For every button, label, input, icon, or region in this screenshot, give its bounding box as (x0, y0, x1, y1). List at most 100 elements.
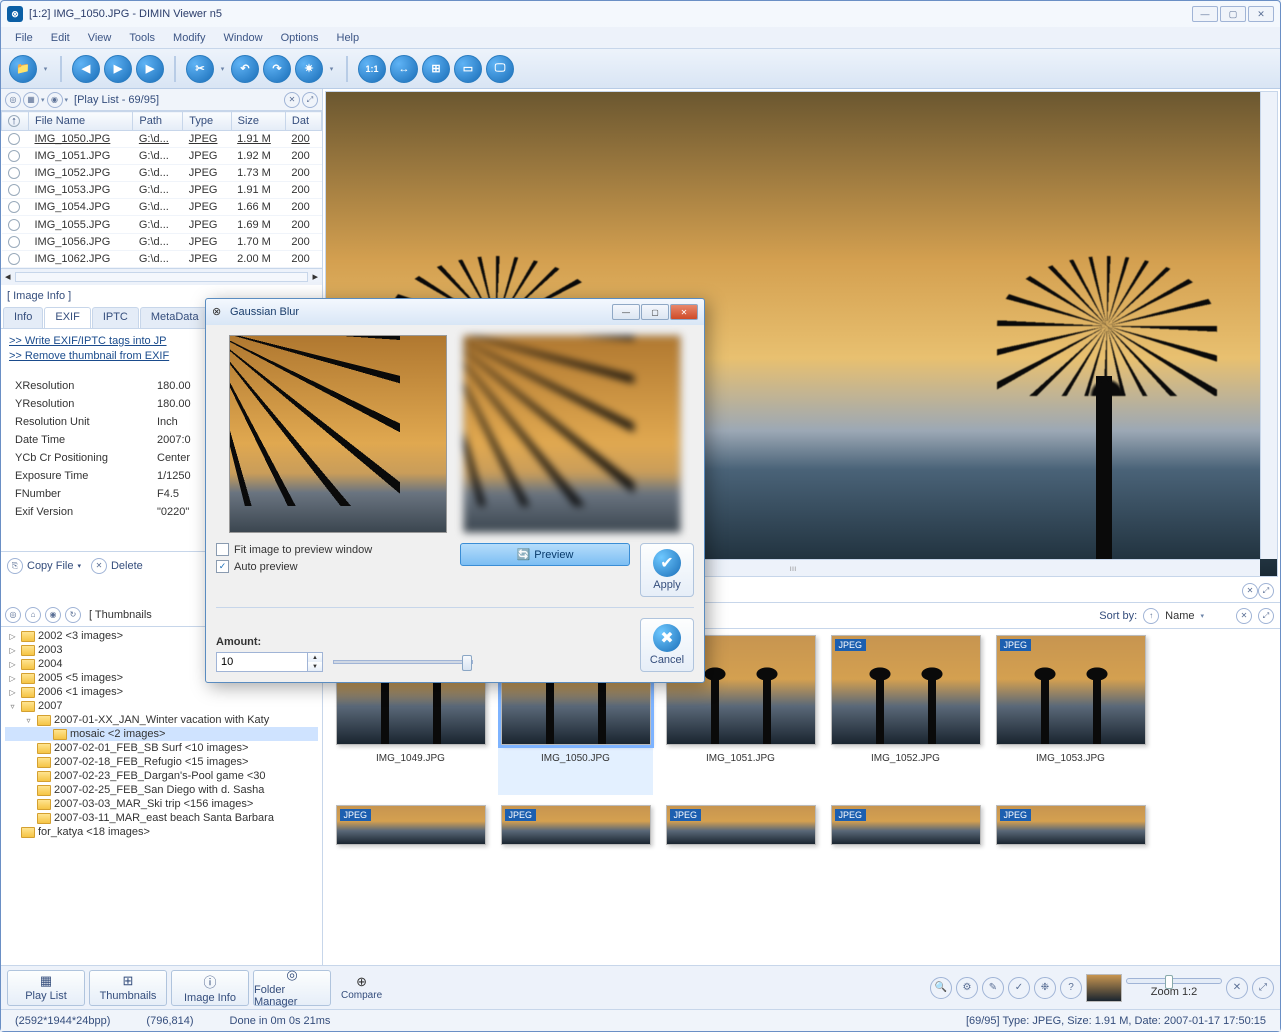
up-arrow-icon[interactable]: ↑ (8, 115, 20, 127)
grid-icon[interactable]: ▦ (23, 92, 39, 108)
tool-icon-4[interactable]: ❉ (1034, 977, 1056, 999)
col-size[interactable]: Size (231, 112, 285, 131)
bottom-expand-icon[interactable]: ⤢ (1252, 977, 1274, 999)
home-icon[interactable]: ⌂ (25, 607, 41, 623)
tree-node[interactable]: 2007-02-01_FEB_SB Surf <10 images> (5, 741, 318, 755)
thumbnail-item[interactable]: JPEG (498, 805, 653, 855)
amount-spinner[interactable]: ▲▼ (216, 652, 323, 672)
zoom-slider[interactable] (1126, 978, 1222, 984)
dialog-title-bar[interactable]: ⊗ Gaussian Blur — ▢ ✕ (206, 299, 704, 325)
file-row[interactable]: IMG_1062.JPGG:\d...JPEG2.00 M200 (2, 250, 322, 267)
target-icon-2[interactable]: ◎ (5, 607, 21, 623)
fit-checkbox-row[interactable]: Fit image to preview window (216, 543, 450, 556)
file-row[interactable]: IMG_1056.JPGG:\d...JPEG1.70 M200 (2, 233, 322, 250)
tool-icon-3[interactable]: ✓ (1008, 977, 1030, 999)
fit-window-button[interactable]: ⊞ (422, 55, 450, 83)
delete-button[interactable]: ✕ Delete (91, 558, 143, 574)
menu-window[interactable]: Window (215, 29, 270, 47)
col-type[interactable]: Type (183, 112, 231, 131)
panel-compare-button[interactable]: ⊕Compare (335, 974, 388, 1001)
fit-width-button[interactable]: ↔ (390, 55, 418, 83)
rotate-left-button[interactable]: ↶ (231, 55, 259, 83)
thumbs-expand-icon[interactable]: ⤢ (1258, 608, 1274, 624)
tree-node[interactable]: ▿2007-01-XX_JAN_Winter vacation with Kat… (5, 713, 318, 727)
sort-asc-icon[interactable]: ↑ (1143, 608, 1159, 624)
cancel-button[interactable]: ✖ Cancel (640, 618, 694, 672)
tree-node[interactable]: 2007-02-25_FEB_San Diego with d. Sasha (5, 783, 318, 797)
tool-icon-5[interactable]: ? (1060, 977, 1082, 999)
open-folder-button[interactable]: 📁 (9, 55, 37, 83)
tab-iptc[interactable]: IPTC (92, 307, 139, 328)
zoom-1to1-button[interactable]: 1:1 (358, 55, 386, 83)
sort-value[interactable]: Name (1165, 610, 1194, 622)
menu-options[interactable]: Options (273, 29, 327, 47)
menu-help[interactable]: Help (329, 29, 368, 47)
thumbnail-item[interactable]: JPEG (993, 805, 1148, 855)
close-button[interactable]: ✕ (1248, 6, 1274, 22)
next-image-button[interactable]: ▶ (136, 55, 164, 83)
path-expand-icon[interactable]: ⤢ (1258, 583, 1274, 599)
thumbnail-item[interactable]: JPEG (828, 805, 983, 855)
cut-dropdown[interactable]: ▾ (218, 55, 227, 83)
tab-exif[interactable]: EXIF (44, 307, 90, 328)
open-folder-dropdown[interactable]: ▾ (41, 55, 50, 83)
dialog-close-button[interactable]: ✕ (670, 304, 698, 320)
panel-foldermanager-button[interactable]: ◎Folder Manager (253, 970, 331, 1006)
amount-input[interactable] (216, 652, 308, 672)
dialog-minimize-button[interactable]: — (612, 304, 640, 320)
thumbs-close-icon[interactable]: ✕ (1236, 608, 1252, 624)
menu-view[interactable]: View (80, 29, 120, 47)
minimize-button[interactable]: — (1192, 6, 1218, 22)
refresh-icon[interactable]: ↻ (65, 607, 81, 623)
adjust-button[interactable]: ✷ (295, 55, 323, 83)
tree-node[interactable]: 2007-03-03_MAR_Ski trip <156 images> (5, 797, 318, 811)
prev-image-button[interactable]: ◀ (72, 55, 100, 83)
file-row[interactable]: IMG_1051.JPGG:\d...JPEG1.92 M200 (2, 148, 322, 165)
eye-icon[interactable]: ◉ (47, 92, 63, 108)
col-filename[interactable]: File Name (29, 112, 133, 131)
file-row[interactable]: IMG_1052.JPGG:\d...JPEG1.73 M200 (2, 165, 322, 182)
amount-slider[interactable] (333, 660, 473, 664)
rotate-right-button[interactable]: ↷ (263, 55, 291, 83)
tool-icon-1[interactable]: ⚙ (956, 977, 978, 999)
file-row[interactable]: IMG_1054.JPGG:\d...JPEG1.66 M200 (2, 199, 322, 216)
dialog-maximize-button[interactable]: ▢ (641, 304, 669, 320)
file-list-hscroll[interactable]: ◂▸ (1, 268, 322, 285)
panel-playlist-button[interactable]: ▦Play List (7, 970, 85, 1006)
tree-node[interactable]: ▿2007 (5, 699, 318, 713)
cut-button[interactable]: ✂ (186, 55, 214, 83)
tree-node[interactable]: 2007-02-18_FEB_Refugio <15 images> (5, 755, 318, 769)
expand-playlist-icon[interactable]: ⤢ (302, 92, 318, 108)
close-playlist-icon[interactable]: ✕ (284, 92, 300, 108)
path-close-icon[interactable]: ✕ (1242, 583, 1258, 599)
thumbnail-item[interactable]: JPEG (663, 805, 818, 855)
bottom-close-icon[interactable]: ✕ (1226, 977, 1248, 999)
thumbnail-item[interactable]: JPEG (333, 805, 488, 855)
play-button[interactable]: ▶ (104, 55, 132, 83)
auto-checkbox[interactable]: ✓ (216, 560, 229, 573)
adjust-dropdown[interactable]: ▾ (327, 55, 336, 83)
file-row[interactable]: IMG_1053.JPGG:\d...JPEG1.91 M200 (2, 182, 322, 199)
target-icon[interactable]: ◎ (5, 92, 21, 108)
copy-file-button[interactable]: ⎘ Copy File ▾ (7, 558, 81, 574)
file-list[interactable]: ↑ File Name Path Type Size Dat IMG_1050.… (1, 111, 322, 285)
tool-icon-2[interactable]: ✎ (982, 977, 1004, 999)
menu-edit[interactable]: Edit (43, 29, 78, 47)
fit-checkbox[interactable] (216, 543, 229, 556)
tab-metadata[interactable]: MetaData (140, 307, 210, 328)
file-row[interactable]: IMG_1050.JPGG:\d...JPEG1.91 M200 (2, 131, 322, 148)
image-vscroll[interactable] (1260, 92, 1277, 559)
thumbnail-item[interactable]: JPEGIMG_1052.JPG (828, 635, 983, 795)
panel-imageinfo-button[interactable]: ⓘImage Info (171, 970, 249, 1006)
maximize-button[interactable]: ▢ (1220, 6, 1246, 22)
tree-node[interactable]: 2007-03-11_MAR_east beach Santa Barbara (5, 811, 318, 825)
auto-checkbox-row[interactable]: ✓ Auto preview (216, 560, 450, 573)
menu-tools[interactable]: Tools (121, 29, 163, 47)
thumbnail-item[interactable]: JPEGIMG_1053.JPG (993, 635, 1148, 795)
panel-thumbnails-button[interactable]: ⊞Thumbnails (89, 970, 167, 1006)
eye-icon-2[interactable]: ◉ (45, 607, 61, 623)
preview-button[interactable]: 🔄 Preview (460, 543, 630, 566)
tree-node[interactable]: 2007-02-23_FEB_Dargan's-Pool game <30 (5, 769, 318, 783)
col-path[interactable]: Path (133, 112, 183, 131)
tree-node[interactable]: ▷2006 <1 images> (5, 685, 318, 699)
